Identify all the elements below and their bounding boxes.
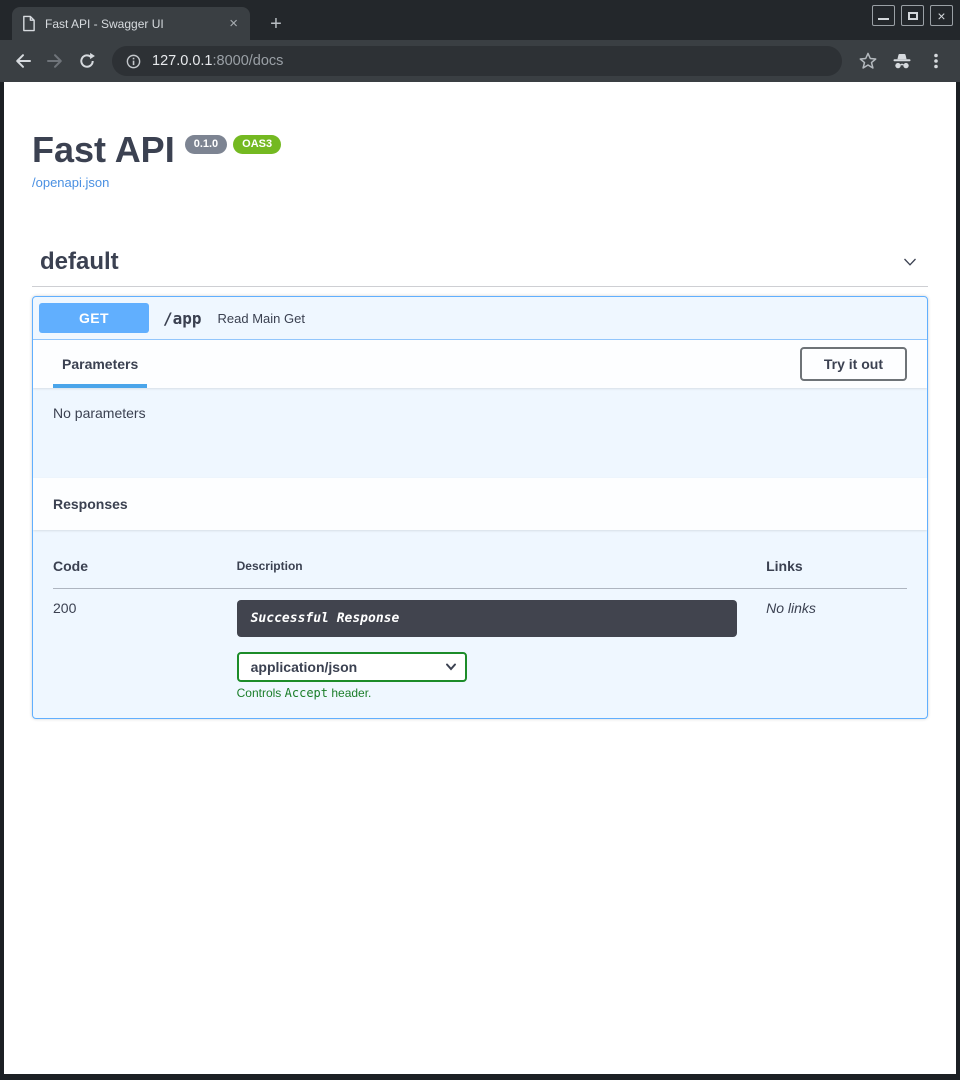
responses-header: Responses bbox=[33, 478, 927, 530]
tag-section-default: default GET /app Read Main Get Para bbox=[32, 250, 928, 719]
operation-summary-text: Read Main Get bbox=[218, 311, 305, 326]
column-header-links: Links bbox=[766, 545, 907, 589]
incognito-button[interactable] bbox=[885, 45, 919, 77]
operation-summary[interactable]: GET /app Read Main Get bbox=[33, 297, 927, 340]
maximize-button[interactable] bbox=[901, 5, 924, 26]
forward-arrow-icon bbox=[45, 51, 65, 71]
bookmark-button[interactable] bbox=[851, 45, 885, 77]
reload-button[interactable] bbox=[71, 45, 103, 77]
address-bar[interactable]: 127.0.0.1:8000/docs bbox=[112, 46, 842, 76]
method-badge: GET bbox=[39, 303, 149, 333]
try-it-out-button[interactable]: Try it out bbox=[800, 347, 907, 381]
page-content: Fast API 0.1.0 OAS3 /openapi.json defaul… bbox=[4, 82, 956, 1074]
browser-toolbar: 127.0.0.1:8000/docs bbox=[0, 40, 960, 82]
accept-header-hint: Controls Accept header. bbox=[237, 686, 766, 700]
url-text: 127.0.0.1:8000/docs bbox=[152, 53, 283, 69]
response-code: 200 bbox=[53, 589, 237, 701]
tab-parameters[interactable]: Parameters bbox=[53, 340, 147, 388]
back-arrow-icon bbox=[13, 51, 33, 71]
operation-path: /app bbox=[163, 309, 202, 328]
tab-title: Fast API - Swagger UI bbox=[45, 17, 226, 31]
toolbar-right bbox=[851, 45, 953, 77]
browser-tab[interactable]: Fast API - Swagger UI × bbox=[12, 7, 250, 40]
reload-icon bbox=[77, 51, 97, 71]
response-description-cell: Successful Response application/json bbox=[237, 589, 766, 701]
back-button[interactable] bbox=[7, 45, 39, 77]
window-controls: × bbox=[872, 5, 953, 26]
openapi-spec-link[interactable]: /openapi.json bbox=[32, 175, 109, 190]
parameters-header: Parameters Try it out bbox=[33, 340, 927, 388]
media-type-control: application/json bbox=[237, 652, 467, 682]
page-title: Fast API bbox=[32, 132, 175, 168]
tab-close-icon[interactable]: × bbox=[226, 16, 241, 31]
tab-strip: Fast API - Swagger UI × + × bbox=[0, 0, 960, 40]
oas3-badge: OAS3 bbox=[233, 135, 281, 154]
page-favicon-icon bbox=[21, 15, 36, 32]
column-header-code: Code bbox=[53, 545, 237, 589]
close-button[interactable]: × bbox=[930, 5, 953, 26]
menu-dots-icon bbox=[926, 51, 946, 71]
media-type-select[interactable]: application/json bbox=[237, 652, 467, 682]
responses-table: Code Description Links 200 Successful Re… bbox=[53, 545, 907, 700]
tag-header[interactable]: default bbox=[32, 250, 928, 287]
browser-window: Fast API - Swagger UI × + × bbox=[0, 0, 960, 1080]
site-info-icon[interactable] bbox=[125, 53, 142, 70]
response-links: No links bbox=[766, 589, 907, 701]
response-row-200: 200 Successful Response application/json bbox=[53, 589, 907, 701]
incognito-icon bbox=[891, 51, 913, 71]
url-path: :8000/docs bbox=[212, 53, 283, 69]
new-tab-button[interactable]: + bbox=[262, 10, 290, 38]
response-description: Successful Response bbox=[237, 600, 737, 637]
api-badges: 0.1.0 OAS3 bbox=[185, 135, 281, 154]
chevron-down-icon[interactable] bbox=[900, 252, 920, 277]
responses-body: Code Description Links 200 Successful Re… bbox=[33, 530, 927, 718]
tag-name: default bbox=[40, 250, 119, 274]
url-host: 127.0.0.1 bbox=[152, 53, 212, 69]
star-icon bbox=[858, 51, 878, 71]
browser-menu-button[interactable] bbox=[919, 45, 953, 77]
api-info: Fast API 0.1.0 OAS3 bbox=[32, 132, 928, 168]
minimize-button[interactable] bbox=[872, 5, 895, 26]
minimize-icon bbox=[878, 18, 889, 20]
column-header-description: Description bbox=[237, 545, 766, 589]
accept-code: Accept bbox=[285, 686, 328, 700]
version-badge: 0.1.0 bbox=[185, 135, 227, 154]
no-parameters-message: No parameters bbox=[33, 388, 927, 478]
maximize-icon bbox=[908, 12, 918, 20]
forward-button[interactable] bbox=[39, 45, 71, 77]
opblock-get-app: GET /app Read Main Get Parameters Try it… bbox=[32, 296, 928, 719]
